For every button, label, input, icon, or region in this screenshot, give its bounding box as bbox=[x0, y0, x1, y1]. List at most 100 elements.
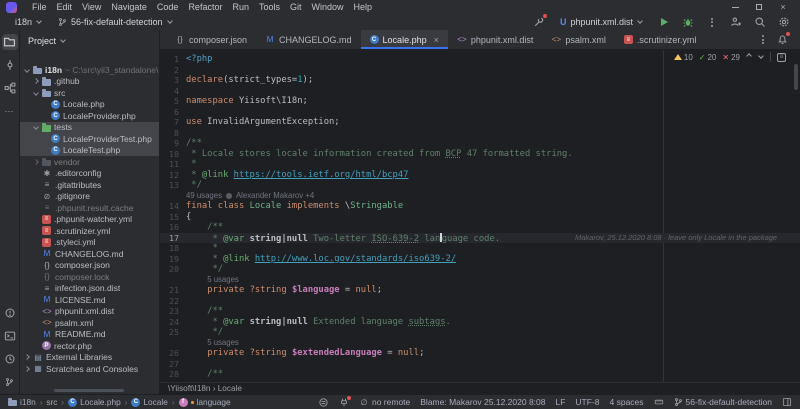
code-line-10[interactable]: 10 * Locale stores locale information cr… bbox=[160, 149, 800, 160]
tree-item-vendor[interactable]: vendor bbox=[20, 156, 159, 168]
branch-selector[interactable]: 56-fix-default-detection bbox=[53, 16, 178, 28]
line-number[interactable]: 16 bbox=[160, 222, 186, 233]
close-button[interactable]: × bbox=[772, 1, 794, 13]
code-line-7[interactable]: 7use InvalidArgumentException; bbox=[160, 117, 800, 128]
commit-tool-icon[interactable] bbox=[2, 57, 18, 73]
tab-close-icon[interactable]: × bbox=[434, 35, 439, 45]
usages-inlay[interactable]: 5 usages bbox=[186, 275, 239, 286]
code-line-27[interactable]: 27 bbox=[160, 359, 800, 370]
line-number[interactable]: 25 bbox=[160, 327, 186, 338]
tree-item-github[interactable]: .github bbox=[20, 76, 159, 88]
tree-item-styleci-yml[interactable]: ≡.styleci.yml bbox=[20, 237, 159, 249]
tree-item-phpunit-result-cache[interactable]: ≡.phpunit.result.cache bbox=[20, 202, 159, 214]
line-number[interactable]: 26 bbox=[160, 348, 186, 359]
line-number[interactable]: 2 bbox=[160, 65, 186, 76]
line-number[interactable]: 22 bbox=[160, 296, 186, 307]
tree-item-locale-php[interactable]: CLocale.php bbox=[20, 99, 159, 111]
next-problem-icon[interactable] bbox=[758, 53, 764, 59]
menu-run[interactable]: Run bbox=[227, 1, 254, 13]
tree-item-i18n[interactable]: i18n ~ C:\src\yii3_standalone\i18n 56-fi… bbox=[20, 64, 159, 76]
project-panel-header[interactable]: Project bbox=[20, 30, 159, 52]
line-number[interactable]: 18 bbox=[160, 243, 186, 254]
code-line-25[interactable]: 25 */ bbox=[160, 327, 800, 338]
usages-inlay[interactable]: 49 usagesAlexander Makarov +4 bbox=[186, 191, 314, 202]
structure-tool-icon[interactable] bbox=[2, 80, 18, 96]
code-line-5[interactable]: 5namespace Yiisoft\I18n; bbox=[160, 96, 800, 107]
expand-chevron-icon[interactable] bbox=[24, 67, 30, 73]
tree-item-editorconfig[interactable]: ✱.editorconfig bbox=[20, 168, 159, 180]
line-number[interactable]: 6 bbox=[160, 107, 186, 118]
run-button[interactable] bbox=[656, 14, 672, 30]
line-number[interactable]: 11 bbox=[160, 159, 186, 170]
code-line-4[interactable]: 4 bbox=[160, 86, 800, 97]
code-line-18[interactable]: 18 * bbox=[160, 243, 800, 254]
usages-inlay[interactable]: 5 usages bbox=[186, 338, 239, 349]
line-number[interactable]: 1 bbox=[160, 54, 186, 65]
line-number[interactable]: 7 bbox=[160, 117, 186, 128]
line-number[interactable]: 13 bbox=[160, 180, 186, 191]
tree-item-rector-php[interactable]: Prector.php bbox=[20, 340, 159, 352]
code-line-13[interactable]: 13 */ bbox=[160, 180, 800, 191]
menu-navigate[interactable]: Navigate bbox=[106, 1, 152, 13]
tree-item-src[interactable]: src bbox=[20, 87, 159, 99]
menu-file[interactable]: File bbox=[27, 1, 52, 13]
code-line-15[interactable]: 15{ bbox=[160, 212, 800, 223]
tree-item-gitignore[interactable]: ⊘.gitignore bbox=[20, 191, 159, 203]
menu-refactor[interactable]: Refactor bbox=[183, 1, 227, 13]
editor-breadcrumbs[interactable]: \Yiisoft\I18n › Locale bbox=[160, 382, 800, 394]
line-number[interactable]: 8 bbox=[160, 128, 186, 139]
nav-crumb-src[interactable]: src bbox=[46, 397, 57, 407]
maximize-button[interactable] bbox=[748, 1, 770, 13]
line-number[interactable]: 12 bbox=[160, 170, 186, 181]
layout-widget[interactable] bbox=[782, 397, 792, 407]
tree-item-gitattributes[interactable]: ≡.gitattributes bbox=[20, 179, 159, 191]
line-number[interactable]: 17 bbox=[160, 233, 186, 244]
more-tool-windows-icon[interactable]: ⋯ bbox=[2, 103, 18, 119]
tree-item-license-md[interactable]: MLICENSE.md bbox=[20, 294, 159, 306]
settings-gear-icon[interactable] bbox=[776, 14, 792, 30]
version-control-tool-icon[interactable] bbox=[2, 374, 18, 390]
expand-chevron-icon[interactable] bbox=[24, 354, 30, 360]
tab-psalm-xml[interactable]: <>psalm.xml bbox=[542, 30, 615, 49]
terminal-tool-icon[interactable] bbox=[2, 328, 18, 344]
menu-tools[interactable]: Tools bbox=[254, 1, 285, 13]
inspections-widget[interactable]: 10✓20✕29≡ bbox=[674, 52, 786, 62]
code-line-12[interactable]: 12 * @link https://tools.ietf.org/html/b… bbox=[160, 170, 800, 181]
tab-locale-php[interactable]: CLocale.php× bbox=[361, 30, 448, 49]
nav-crumb-locale-php[interactable]: CLocale.php bbox=[68, 397, 121, 407]
status-no-remote[interactable]: ∅no remote bbox=[359, 397, 410, 407]
code-line-26[interactable]: 26 private ?string $extendedLanguage = n… bbox=[160, 348, 800, 359]
code-line-19[interactable]: 19 * @link http://www.loc.gov/standards/… bbox=[160, 254, 800, 265]
line-number[interactable]: 4 bbox=[160, 86, 186, 97]
project-selector[interactable]: i18n bbox=[10, 16, 47, 28]
tree-item-localetest-php[interactable]: CLocaleTest.php bbox=[20, 145, 159, 157]
menu-edit[interactable]: Edit bbox=[52, 1, 78, 13]
status-lf[interactable]: LF bbox=[555, 397, 565, 407]
status-56-fix-default-detection[interactable]: 56-fix-default-detection bbox=[674, 397, 772, 407]
more-actions-icon[interactable] bbox=[704, 14, 720, 30]
code-line-22[interactable]: 22 bbox=[160, 296, 800, 307]
status-4-spaces[interactable]: 4 spaces bbox=[610, 397, 644, 407]
status-blame-makarov-25-12-2020-8-08[interactable]: Blame: Makarov 25.12.2020 8:08 bbox=[420, 397, 545, 407]
code-line-28[interactable]: 28 /** bbox=[160, 369, 800, 380]
code-with-me-icon[interactable] bbox=[728, 14, 744, 30]
line-number[interactable]: 5 bbox=[160, 96, 186, 107]
line-number[interactable]: 14 bbox=[160, 201, 186, 212]
prev-problem-icon[interactable] bbox=[746, 53, 752, 59]
services-tool-icon[interactable] bbox=[2, 351, 18, 367]
code-line-24[interactable]: 24 * @var string|null Extended language … bbox=[160, 317, 800, 328]
menu-help[interactable]: Help bbox=[349, 1, 378, 13]
tree-item-composer-lock[interactable]: {}composer.lock bbox=[20, 271, 159, 283]
plug-widget[interactable] bbox=[339, 397, 349, 408]
tree-item-readme-md[interactable]: MREADME.md bbox=[20, 329, 159, 341]
horizontal-scrollbar[interactable] bbox=[54, 389, 124, 392]
code-line-3[interactable]: 3declare(strict_types=1); bbox=[160, 75, 800, 86]
line-number[interactable]: 9 bbox=[160, 138, 186, 149]
tab-phpunit-xml-dist[interactable]: <>phpunit.xml.dist bbox=[448, 30, 543, 49]
minimize-button[interactable] bbox=[724, 1, 746, 13]
code-line-20[interactable]: 20 */ bbox=[160, 264, 800, 275]
line-number[interactable]: 15 bbox=[160, 212, 186, 223]
inspection-ok[interactable]: ✓20 bbox=[699, 53, 717, 62]
tree-item-localeprovider-php[interactable]: CLocaleProvider.php bbox=[20, 110, 159, 122]
tab-scrutinizer-yml[interactable]: ≡.scrutinizer.yml bbox=[615, 30, 706, 49]
